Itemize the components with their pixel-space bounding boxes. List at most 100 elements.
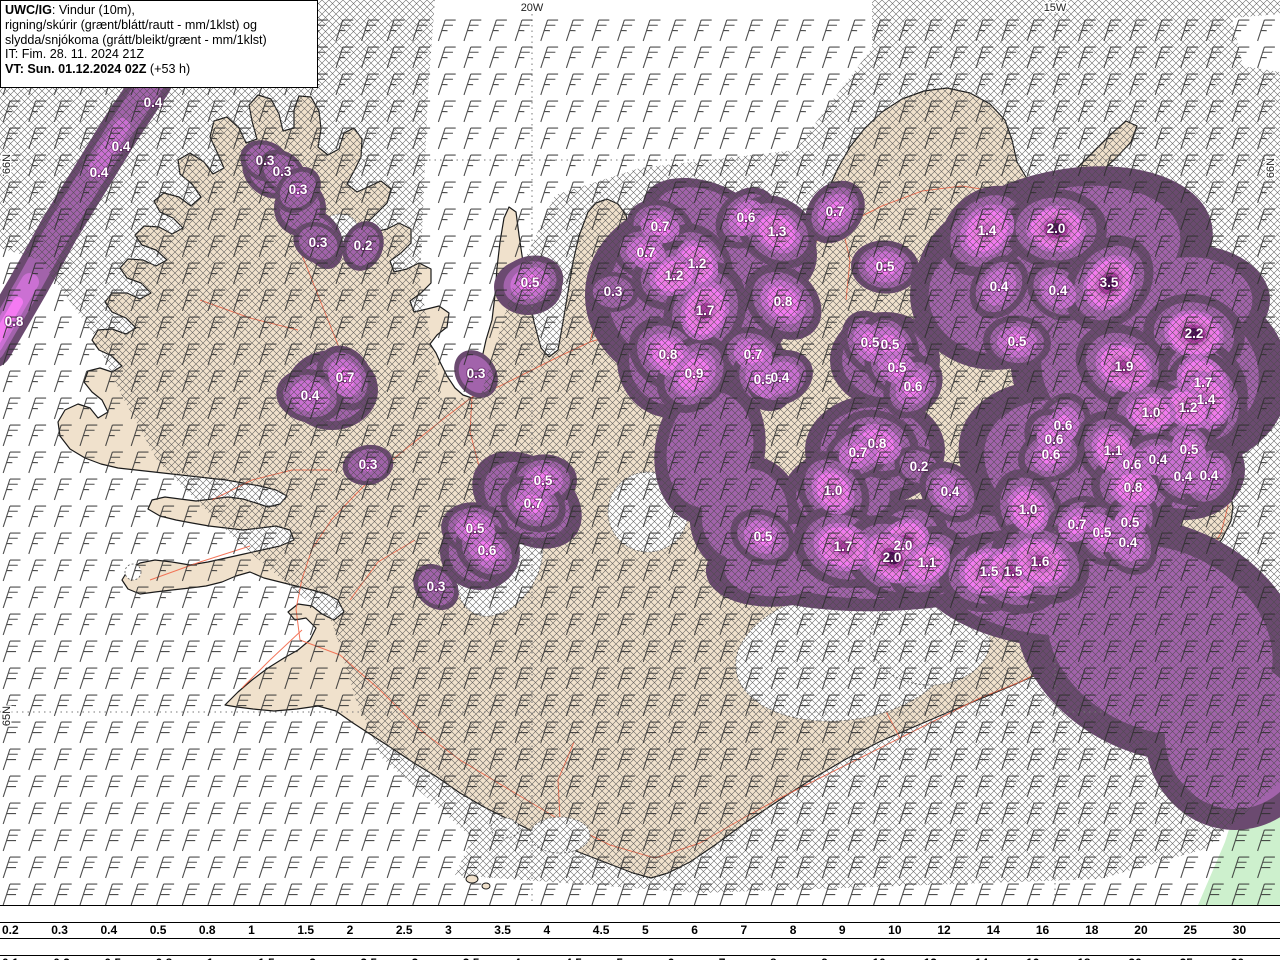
colorbar-tick-label: 16 <box>1026 956 1039 960</box>
colorbar-tick-label: 5 <box>616 956 623 960</box>
precip-value-label: 0.6 <box>737 210 756 225</box>
precip-value-label: 1.1 <box>918 555 937 570</box>
colorbar-tick-label: 1.5 <box>297 923 315 937</box>
precip-value-label: 0.6 <box>1045 432 1064 447</box>
precip-value-label: 0.4 <box>990 279 1009 294</box>
colorbar-tick-label: 2.5 <box>360 956 377 960</box>
colorbar-tick-label: 5 <box>642 923 649 937</box>
graticule-label: 15W <box>1044 2 1067 14</box>
precip-value-label: 3.5 <box>1100 275 1119 290</box>
precip-value-label: 1.0 <box>1142 405 1161 420</box>
precip-value-label: 1.7 <box>1194 375 1213 390</box>
colorbar-tick-label: 1 <box>248 923 255 937</box>
colorbar-tick-label: 14 <box>986 923 1000 937</box>
precip-value-label: 0.3 <box>359 457 378 472</box>
colorbar-tick-label: 14 <box>975 956 988 960</box>
colorbar-tick-label: 2 <box>309 956 316 960</box>
colorbar-tick-label: 3 <box>412 956 419 960</box>
precip-value-label: 0.4 <box>301 388 320 403</box>
colorbar-tick-label: 0.2 <box>2 923 19 937</box>
colorbar-tick-label: 7 <box>740 923 748 937</box>
precip-value-label: 0.8 <box>868 436 887 451</box>
colorbar-tick-label: 4 <box>543 923 551 937</box>
precip-value-label: 0.4 <box>941 484 960 499</box>
precip-value-label: 0.4 <box>112 139 131 154</box>
sleet-snow-colorbar: 0.2 0.3 0.4 0.5 0.8 1 1.5 2 2.5 3 3.5 4 4.5 5 6 7 8 9 10 12… <box>0 905 1280 938</box>
colorbar-tick-label: 18 <box>1077 956 1090 960</box>
precip-value-label: 2.2 <box>1185 326 1204 341</box>
precip-value-label: 0.5 <box>861 335 880 350</box>
precip-value-label: 0.3 <box>273 164 292 179</box>
precip-value-label: 0.3 <box>309 235 328 250</box>
precip-value-label: 0.6 <box>478 543 497 558</box>
precip-value-label: 0.8 <box>5 314 24 329</box>
precip-value-label: 0.8 <box>1124 480 1143 495</box>
precip-value-label: 1.0 <box>1019 502 1038 517</box>
precip-value-label: 0.6 <box>1042 447 1061 462</box>
colorbar-tick-label: 0.1 <box>2 956 19 960</box>
precip-value-label: 0.4 <box>1174 469 1193 484</box>
colorbar-tick-label: 3.5 <box>494 923 511 937</box>
precip-value-label: 1.2 <box>665 268 684 283</box>
precip-value-label: 0.6 <box>1054 418 1073 433</box>
colorbar-tick-label: 9 <box>821 956 828 960</box>
precip-value-label: 0.9 <box>685 366 704 381</box>
colorbar-tick-label: 2 <box>346 923 354 937</box>
precip-value-label: 0.5 <box>888 360 907 375</box>
colorbar-tick-label: 0.8 <box>156 956 173 960</box>
precip-value-label: 0.5 <box>1093 525 1112 540</box>
graticule-label: 66N <box>1265 158 1277 178</box>
precip-value-label: 0.7 <box>336 370 355 385</box>
colorbar-tick-label: 2.5 <box>395 923 413 937</box>
precip-value-label: 1.9 <box>1115 359 1134 374</box>
colorbar-tick-label: 6 <box>668 956 675 960</box>
colorbar-tick-label: 0.3 <box>53 956 70 960</box>
info-line-3: slydda/snjókoma (grátt/bleikt/grænt - mm… <box>5 32 267 47</box>
precip-value-label: 0.5 <box>1008 334 1027 349</box>
colorbar-tick-label: 4.5 <box>592 923 610 937</box>
small-island <box>481 882 491 890</box>
colorbar-tick-label: 9 <box>838 923 846 937</box>
precip-value-label: 1.0 <box>824 483 843 498</box>
info-line-4: IT: Fim. 28. 11. 2024 21Z <box>5 47 145 62</box>
colorbar-tick-label: 7 <box>719 956 726 960</box>
colorbar-tick-label: 30 <box>1231 956 1244 960</box>
forecast-info-box: UWC/IG: Vindur (10m), rigning/skúrir (gr… <box>0 0 318 88</box>
precip-value-label: 0.4 <box>771 370 790 385</box>
precip-value-label: 2.0 <box>1047 221 1066 236</box>
precip-value-label: 0.5 <box>876 259 895 274</box>
colorbar-tick-label: 4 <box>514 956 521 960</box>
precip-value-label: 1.2 <box>688 256 707 271</box>
colorbar-tick-label: 8 <box>770 956 777 960</box>
colorbar-tick-label: 0.4 <box>100 923 118 937</box>
colorbar-tick-label: 6 <box>691 923 698 937</box>
colorbar-tick-label: 3 <box>445 923 452 937</box>
colorbar-tick-label: 20 <box>1128 956 1141 960</box>
precip-value-label: 0.3 <box>604 284 623 299</box>
info-line-2: rigning/skúrir (grænt/blátt/rautt - mm/1… <box>5 17 257 32</box>
precip-value-label: 0.4 <box>1200 468 1219 483</box>
precip-value-label: 0.7 <box>849 445 868 460</box>
precip-value-label: 0.5 <box>754 529 773 544</box>
precip-value-label: 0.8 <box>774 294 793 309</box>
colorbar-tick-label: 12 <box>924 956 937 960</box>
colorbar-tick-label: 1 <box>207 956 214 960</box>
precip-value-label: 0.4 <box>1149 452 1168 467</box>
precip-value-label: 1.2 <box>1179 400 1198 415</box>
precip-value-label: 1.4 <box>1197 392 1216 407</box>
precip-value-label: 0.4 <box>1119 535 1138 550</box>
forecast-map: 0.40.40.40.80.30.30.30.3 0.20.70.40.30.30… <box>0 0 1280 905</box>
graticule-label: 65N <box>1 706 13 726</box>
precip-value-label: 1.5 <box>1004 564 1023 579</box>
precip-value-label: 0.5 <box>534 473 553 488</box>
precip-value-label: 0.7 <box>524 496 543 511</box>
precip-value-label: 0.4 <box>1049 283 1068 298</box>
precip-value-label: 0.3 <box>289 182 308 197</box>
colorbar-tick-label: 12 <box>937 923 951 937</box>
info-line-1: UWC/IG: Vindur (10m), <box>5 3 135 17</box>
rain-colorbar: 0.1 0.3 0.5 0.8 1 1.5 2 2.5 3 3.5 4 4.5 5 6 7 8 9 10 12 14 1… <box>0 938 1280 960</box>
colorbar-tick-label: 25 <box>1183 923 1197 937</box>
precip-value-label: 0.7 <box>637 245 656 260</box>
colorbar-tick-label: 20 <box>1134 923 1148 937</box>
colorbar-tick-label: 4.5 <box>565 956 582 960</box>
